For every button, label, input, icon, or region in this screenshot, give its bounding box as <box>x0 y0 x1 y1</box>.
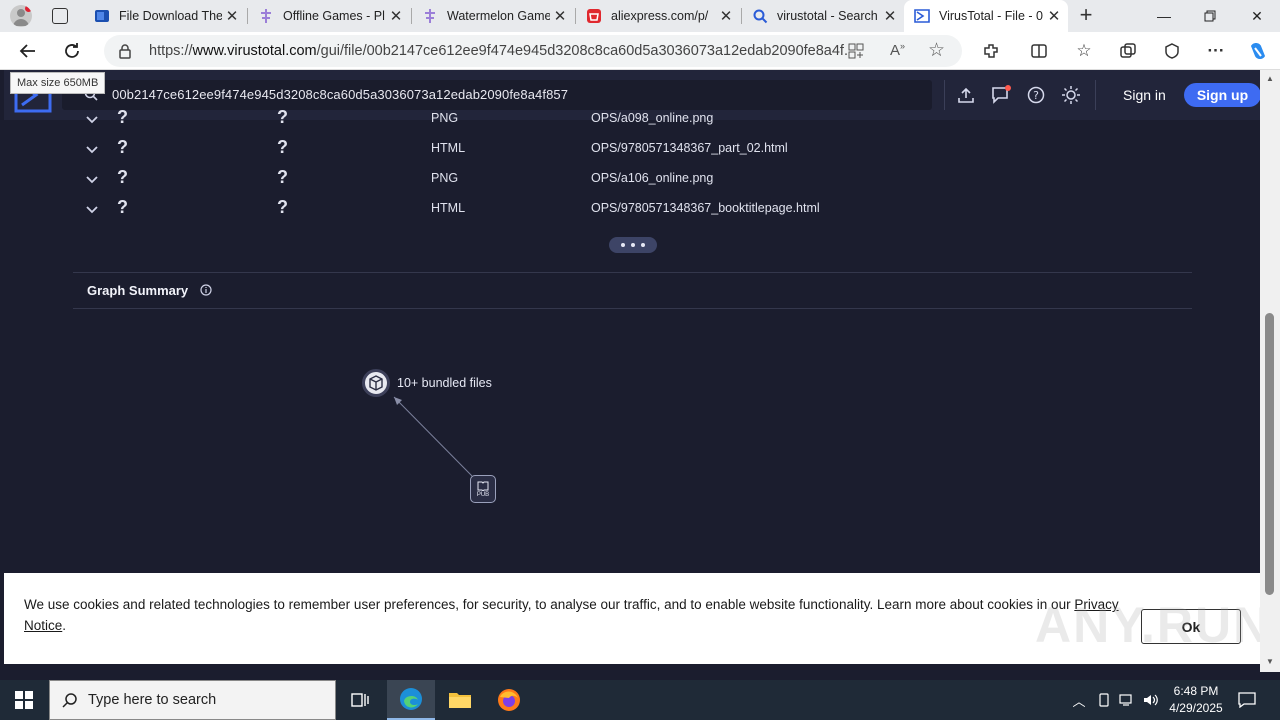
section-divider <box>73 308 1192 309</box>
pinwheel-icon <box>422 8 438 24</box>
chevron-down-icon[interactable] <box>84 111 100 127</box>
graph-summary-title: Graph Summary <box>87 283 212 298</box>
network-icon[interactable] <box>1118 691 1136 709</box>
info-icon[interactable] <box>200 284 212 296</box>
taskbar-file-explorer[interactable] <box>436 680 484 720</box>
browser-essentials-icon[interactable] <box>1156 36 1188 66</box>
chevron-down-icon[interactable] <box>84 171 100 187</box>
profile-avatar[interactable] <box>10 5 32 27</box>
volume-icon[interactable] <box>1142 691 1160 709</box>
more-menu-icon[interactable]: ··· <box>1200 36 1232 66</box>
task-view-button[interactable] <box>336 680 384 720</box>
max-size-tooltip: Max size 650MB <box>10 72 106 94</box>
search-icon <box>62 692 78 713</box>
windows-logo-icon <box>15 691 33 709</box>
url-text: https://www.virustotal.com/gui/file/00b2… <box>149 43 849 59</box>
minimize-button[interactable]: — <box>1141 0 1187 32</box>
table-row: ? ? PNG OPS/a098_online.png <box>84 103 1194 133</box>
tab-aliexpress[interactable]: aliexpress.com/p/ ✕ <box>576 0 740 32</box>
chevron-down-icon[interactable] <box>84 201 100 217</box>
firefox-icon <box>498 689 520 711</box>
folder-icon <box>449 693 471 708</box>
close-tab-icon[interactable]: ✕ <box>386 7 406 25</box>
search-value: 00b2147ce612ee9f474e945d3208c8ca60d5a303… <box>112 87 569 102</box>
table-row: ? ? HTML OPS/9780571348367_booktitlepage… <box>84 193 1194 223</box>
new-tab-button[interactable]: + <box>1075 4 1097 28</box>
tab-watermelon-game[interactable]: Watermelon Game ✕ <box>412 0 574 32</box>
bundle-box-icon <box>369 375 383 391</box>
device-icon[interactable] <box>1095 691 1113 709</box>
bundled-files-label: 10+ bundled files <box>397 376 492 390</box>
close-tab-icon[interactable]: ✕ <box>1044 7 1064 25</box>
back-button[interactable] <box>12 36 44 66</box>
collections-icon[interactable] <box>1112 36 1144 66</box>
epub-file-node[interactable]: PUB <box>470 475 496 503</box>
section-divider <box>73 272 1192 273</box>
start-button[interactable] <box>0 680 48 720</box>
extensions-icon[interactable] <box>975 36 1007 66</box>
favorite-star-icon[interactable]: ☆ <box>928 39 945 62</box>
tab-virustotal-file[interactable]: VirusTotal - File - 0 ✕ <box>904 0 1068 32</box>
page-scrollbar[interactable]: ▲ ▼ <box>1260 70 1280 672</box>
lock-icon[interactable] <box>118 43 132 64</box>
tab-offline-games[interactable]: Offline Games - Pl ✕ <box>248 0 410 32</box>
table-row: ? ? HTML OPS/9780571348367_part_02.html <box>84 133 1194 163</box>
bundled-files-node[interactable] <box>362 369 390 397</box>
show-more-button[interactable] <box>609 237 657 253</box>
show-hidden-icons-chevron[interactable]: ︿ <box>1070 691 1088 709</box>
cookie-text: We use cookies and related technologies … <box>24 597 1119 633</box>
notification-center-icon[interactable] <box>1238 691 1256 709</box>
tab-virustotal-search[interactable]: virustotal - Search ✕ <box>742 0 904 32</box>
split-screen-icon[interactable] <box>1023 36 1055 66</box>
scrollbar-thumb[interactable] <box>1265 313 1274 595</box>
virustotal-icon <box>914 8 930 24</box>
close-tab-icon[interactable]: ✕ <box>222 7 242 25</box>
sign-in-link[interactable]: Sign in <box>1123 87 1166 103</box>
address-bar[interactable]: https://www.virustotal.com/gui/file/00b2… <box>104 35 962 67</box>
scroll-up-arrow[interactable]: ▲ <box>1266 74 1274 83</box>
refresh-button[interactable] <box>56 36 88 66</box>
tab-file-download[interactable]: File Download The ✕ <box>84 0 246 32</box>
tab-actions-icon[interactable] <box>52 8 68 24</box>
task-view-icon <box>351 693 369 707</box>
windows-taskbar: Type here to search ︿ 6:48 PM 4/29/2025 <box>0 680 1280 720</box>
close-tab-icon[interactable]: ✕ <box>716 7 736 25</box>
scroll-down-arrow[interactable]: ▼ <box>1266 657 1274 666</box>
favorites-icon[interactable]: ☆ <box>1068 36 1100 66</box>
taskbar-edge[interactable] <box>387 680 435 720</box>
aliexpress-icon <box>586 8 602 24</box>
close-window-button[interactable]: ✕ <box>1234 0 1280 32</box>
book-icon <box>477 481 489 491</box>
close-tab-icon[interactable]: ✕ <box>550 7 570 25</box>
system-clock[interactable]: 6:48 PM 4/29/2025 <box>1164 683 1228 717</box>
blue-app-icon <box>94 8 110 24</box>
browser-toolbar: https://www.virustotal.com/gui/file/00b2… <box>0 32 1280 70</box>
copilot-icon[interactable] <box>1242 36 1274 66</box>
pinwheel-icon <box>258 8 274 24</box>
taskbar-search-box[interactable]: Type here to search <box>49 680 336 720</box>
browser-tab-strip: File Download The ✕ Offline Games - Pl ✕… <box>0 0 1280 32</box>
search-icon <box>752 8 768 24</box>
sign-up-button[interactable]: Sign up <box>1184 83 1260 107</box>
taskbar-firefox[interactable] <box>485 680 533 720</box>
app-available-icon[interactable] <box>848 43 864 64</box>
close-tab-icon[interactable]: ✕ <box>880 7 900 25</box>
edge-icon <box>400 688 422 710</box>
read-aloud-icon[interactable]: A» <box>890 41 905 59</box>
table-row: ? ? PNG OPS/a106_online.png <box>84 163 1194 193</box>
anyrun-watermark: ANY.RUN <box>1035 597 1272 653</box>
chevron-down-icon[interactable] <box>84 141 100 157</box>
svg-text:?: ? <box>1033 89 1039 102</box>
restore-button[interactable] <box>1187 0 1233 32</box>
